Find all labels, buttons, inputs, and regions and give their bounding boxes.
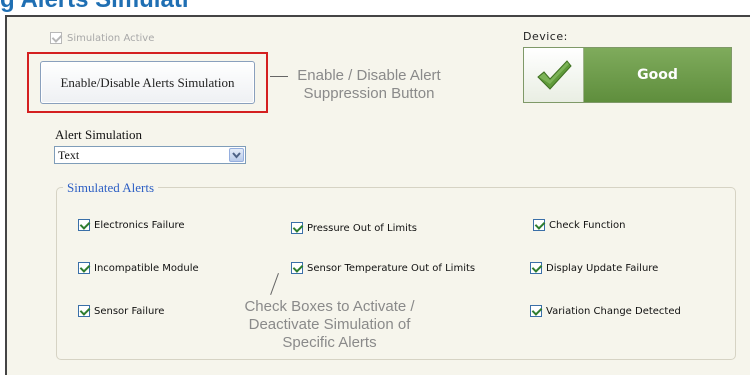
checkbox-callout-line2: Deactivate Simulation of bbox=[248, 316, 411, 333]
alert-sensor-failure[interactable]: Sensor Failure bbox=[78, 305, 164, 317]
checkbox-icon[interactable] bbox=[530, 305, 542, 317]
checkbox-callout: Check Boxes to Activate / Deactivate Sim… bbox=[222, 298, 437, 352]
checkbox-icon[interactable] bbox=[291, 262, 303, 274]
alert-label: Sensor Temperature Out of Limits bbox=[307, 262, 476, 274]
device-label: Device: bbox=[523, 30, 568, 43]
checkbox-callout-line3: Specific Alerts bbox=[282, 334, 377, 351]
device-status-indicator: Good bbox=[523, 47, 732, 103]
alert-label: Electronics Failure bbox=[94, 219, 185, 231]
button-callout-line1: Enable / Disable Alert bbox=[297, 67, 441, 84]
checkbox-icon[interactable] bbox=[530, 262, 542, 274]
check-mark-icon bbox=[524, 48, 584, 102]
alert-label: Check Function bbox=[549, 219, 626, 231]
alert-simulation-selected: Text bbox=[58, 147, 80, 162]
alert-display-update-failure[interactable]: Display Update Failure bbox=[530, 262, 658, 274]
alert-electronics-failure[interactable]: Electronics Failure bbox=[78, 219, 185, 231]
alert-pressure-out-of-limits[interactable]: Pressure Out of Limits bbox=[291, 222, 417, 234]
checkbox-icon[interactable] bbox=[78, 219, 90, 231]
alert-check-function[interactable]: Check Function bbox=[533, 219, 625, 231]
checkbox-icon[interactable] bbox=[78, 262, 90, 274]
enable-disable-alerts-button[interactable]: Enable/Disable Alerts Simulation bbox=[40, 61, 255, 104]
checkbox-icon[interactable] bbox=[291, 222, 303, 234]
simulation-active-checkbox[interactable]: Simulation Active bbox=[50, 32, 154, 44]
chevron-down-icon[interactable] bbox=[229, 148, 244, 162]
alert-simulation-label: Alert Simulation bbox=[55, 127, 143, 142]
alert-simulation-select[interactable]: Text bbox=[54, 146, 246, 164]
simulation-active-check-icon[interactable] bbox=[50, 32, 62, 44]
page-heading: g Alerts Simulati bbox=[0, 0, 188, 14]
alert-variation-change-detected[interactable]: Variation Change Detected bbox=[530, 305, 681, 317]
alert-label: Pressure Out of Limits bbox=[307, 222, 418, 234]
alert-label: Sensor Failure bbox=[94, 305, 165, 317]
simulation-active-label: Simulation Active bbox=[67, 32, 155, 44]
checkbox-icon[interactable] bbox=[533, 219, 545, 231]
alert-sensor-temperature-out-of-limits[interactable]: Sensor Temperature Out of Limits bbox=[291, 262, 475, 274]
alert-label: Incompatible Module bbox=[94, 262, 199, 274]
button-callout-line2: Suppression Button bbox=[303, 85, 435, 102]
device-status-text: Good bbox=[584, 48, 731, 102]
simulated-alerts-legend: Simulated Alerts bbox=[63, 180, 159, 196]
alert-incompatible-module[interactable]: Incompatible Module bbox=[78, 262, 199, 274]
checkbox-icon[interactable] bbox=[78, 305, 90, 317]
alert-label: Variation Change Detected bbox=[546, 305, 681, 317]
alert-label: Display Update Failure bbox=[546, 262, 659, 274]
checkbox-callout-line1: Check Boxes to Activate / bbox=[244, 298, 415, 315]
button-callout: Enable / Disable Alert Suppression Butto… bbox=[286, 67, 452, 103]
